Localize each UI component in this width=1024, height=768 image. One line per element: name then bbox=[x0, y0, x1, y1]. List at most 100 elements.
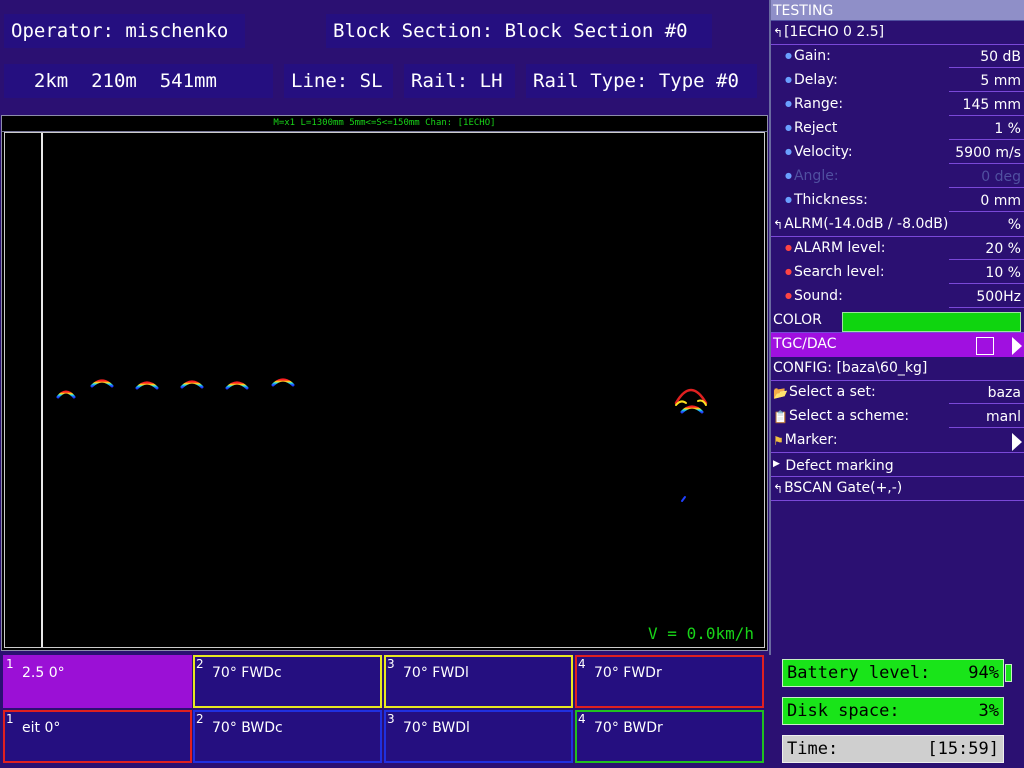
alarm-icon: ↰ bbox=[773, 218, 784, 232]
color-swatch[interactable] bbox=[842, 312, 1021, 332]
battery-value: 94% bbox=[968, 663, 999, 683]
param-row-gain[interactable]: ● Gain: 50 dB bbox=[771, 45, 1024, 69]
reject-label: Reject bbox=[793, 120, 838, 136]
echo-marks bbox=[56, 378, 708, 502]
param-row-delay[interactable]: ● Delay: 5 mm bbox=[771, 69, 1024, 93]
line-field: Line: SL bbox=[284, 64, 393, 98]
thickness-value[interactable]: 0 mm bbox=[980, 190, 1021, 212]
channel-number: 1 bbox=[6, 657, 14, 671]
gate-icon: ↰ bbox=[773, 482, 784, 496]
bscan-gate-row[interactable]: ↰BSCAN Gate(+,-) bbox=[771, 477, 1024, 501]
time-status: Time: [15:59] bbox=[782, 735, 1004, 763]
param-row-sound[interactable]: ● Sound: 500Hz bbox=[771, 285, 1024, 309]
param-row-velocity[interactable]: ● Velocity: 5900 m/s bbox=[771, 141, 1024, 165]
channel-header-row[interactable]: ↰[1ECHO 0 2.5] bbox=[771, 21, 1024, 45]
config-label: CONFIG: [baza\60_kg] bbox=[773, 360, 928, 376]
speed-readout: V = 0.0km/h bbox=[648, 624, 754, 643]
sound-value[interactable]: 500Hz bbox=[976, 286, 1021, 308]
bullet-icon: ● bbox=[785, 195, 792, 204]
channel-header-label: [1ECHO 0 2.5] bbox=[784, 24, 885, 40]
channel-number: 4 bbox=[578, 657, 586, 671]
echo-mark bbox=[135, 381, 159, 390]
channel-number: 2 bbox=[196, 657, 204, 671]
bscan-display[interactable]: M=x1 L=1300mm 5mm<=S<=150mm Chan: [1ECHO… bbox=[1, 115, 768, 651]
bullet-icon: ● bbox=[785, 75, 792, 84]
channel-label: 70° FWDl bbox=[403, 665, 469, 681]
channel-tile[interactable]: 3 70° BWDl bbox=[384, 710, 573, 763]
marker-row[interactable]: ⚑Marker: bbox=[771, 429, 1024, 453]
channel-label: 70° BWDr bbox=[594, 720, 663, 736]
sound-label: Sound: bbox=[793, 288, 843, 304]
select-scheme-value[interactable]: manl bbox=[986, 406, 1021, 428]
channel-icon: ↰ bbox=[773, 26, 784, 40]
track-position-field: 2km 210m 541mm bbox=[4, 64, 273, 98]
velocity-label: Velocity: bbox=[793, 144, 853, 160]
block-section-field: Block Section: Block Section #0 bbox=[326, 14, 712, 48]
search-level-value[interactable]: 10 % bbox=[985, 262, 1021, 284]
bullet-icon: ● bbox=[785, 243, 792, 252]
color-label: COLOR bbox=[773, 312, 822, 328]
channel-label: 70° FWDr bbox=[594, 665, 662, 681]
param-row-search-level[interactable]: ● Search level: 10 % bbox=[771, 261, 1024, 285]
select-set-row[interactable]: 📂Select a set: baza bbox=[771, 381, 1024, 405]
delay-value[interactable]: 5 mm bbox=[980, 70, 1021, 92]
disk-label: Disk space: bbox=[787, 701, 900, 721]
param-row-thickness[interactable]: ● Thickness: 0 mm bbox=[771, 189, 1024, 213]
gain-value[interactable]: 50 dB bbox=[980, 46, 1021, 68]
clipboard-icon: 📋 bbox=[773, 410, 788, 424]
bullet-icon: ● bbox=[785, 147, 792, 156]
echo-mark bbox=[271, 378, 295, 387]
alarm-header-label: ALRM(-14.0dB / -8.0dB) bbox=[784, 216, 949, 232]
delay-label: Delay: bbox=[793, 72, 838, 88]
echo-mark bbox=[90, 379, 114, 388]
bscan-gate-label: BSCAN Gate(+,-) bbox=[784, 480, 903, 496]
defect-marking-row[interactable]: ▶ Defect marking bbox=[771, 453, 1024, 477]
channel-label: 2.5 0° bbox=[22, 665, 65, 681]
battery-label: Battery level: bbox=[787, 663, 931, 683]
range-value[interactable]: 145 mm bbox=[963, 94, 1021, 116]
echo-mark bbox=[56, 390, 76, 399]
tgc-dac-checkbox[interactable] bbox=[976, 337, 994, 355]
color-row[interactable]: COLOR bbox=[771, 309, 1024, 333]
param-row-range[interactable]: ● Range: 145 mm bbox=[771, 93, 1024, 117]
bscan-plot-area[interactable]: V = 0.0km/h bbox=[4, 132, 765, 648]
disk-value: 3% bbox=[978, 701, 999, 721]
channel-tile[interactable]: 2 70° BWDc bbox=[193, 710, 382, 763]
select-set-value[interactable]: baza bbox=[988, 382, 1021, 404]
channel-tile[interactable]: 3 70° FWDl bbox=[384, 655, 573, 708]
channel-number: 3 bbox=[387, 657, 395, 671]
channel-number: 1 bbox=[6, 712, 14, 726]
channel-tile[interactable]: 1 2.5 0° bbox=[3, 655, 192, 708]
channel-tile[interactable]: 1 eit 0° bbox=[3, 710, 192, 763]
bullet-icon: ● bbox=[785, 123, 792, 132]
reject-value[interactable]: 1 % bbox=[994, 118, 1021, 140]
disk-status: Disk space: 3% bbox=[782, 697, 1004, 725]
select-scheme-label: Select a scheme: bbox=[788, 408, 910, 424]
time-label: Time: bbox=[787, 739, 839, 759]
tgc-dac-row[interactable]: TGC/DAC bbox=[771, 333, 1024, 357]
channel-tile[interactable]: 4 70° BWDr bbox=[575, 710, 764, 763]
param-row-alarm-level[interactable]: ● ALARM level: 20 % bbox=[771, 237, 1024, 261]
echo-mark bbox=[680, 405, 704, 414]
folder-icon: 📂 bbox=[773, 386, 788, 400]
channel-tile[interactable]: 4 70° FWDr bbox=[575, 655, 764, 708]
bullet-icon: ● bbox=[785, 171, 792, 180]
defect-marking-label: Defect marking bbox=[785, 458, 894, 474]
arrow-right-icon[interactable] bbox=[1012, 337, 1022, 355]
angle-label: Angle: bbox=[793, 168, 839, 184]
config-row: CONFIG: [baza\60_kg] bbox=[771, 357, 1024, 381]
alarm-header-row[interactable]: ↰ALRM(-14.0dB / -8.0dB) % bbox=[771, 213, 1024, 237]
alarm-level-label: ALARM level: bbox=[793, 240, 886, 256]
panel-title: TESTING bbox=[771, 0, 1024, 21]
velocity-value[interactable]: 5900 m/s bbox=[955, 142, 1021, 164]
battery-status: Battery level: 94% bbox=[782, 659, 1004, 687]
select-scheme-row[interactable]: 📋Select a scheme: manl bbox=[771, 405, 1024, 429]
marker-icon: ⚑ bbox=[773, 434, 784, 448]
alarm-level-value[interactable]: 20 % bbox=[985, 238, 1021, 260]
param-row-reject[interactable]: ● Reject 1 % bbox=[771, 117, 1024, 141]
rail-type-field: Rail Type: Type #0 bbox=[526, 64, 757, 98]
arrow-right-icon[interactable] bbox=[1012, 433, 1022, 451]
channel-tile[interactable]: 2 70° FWDc bbox=[193, 655, 382, 708]
channel-label: 70° FWDc bbox=[212, 665, 282, 681]
angle-value: 0 deg bbox=[981, 169, 1021, 185]
